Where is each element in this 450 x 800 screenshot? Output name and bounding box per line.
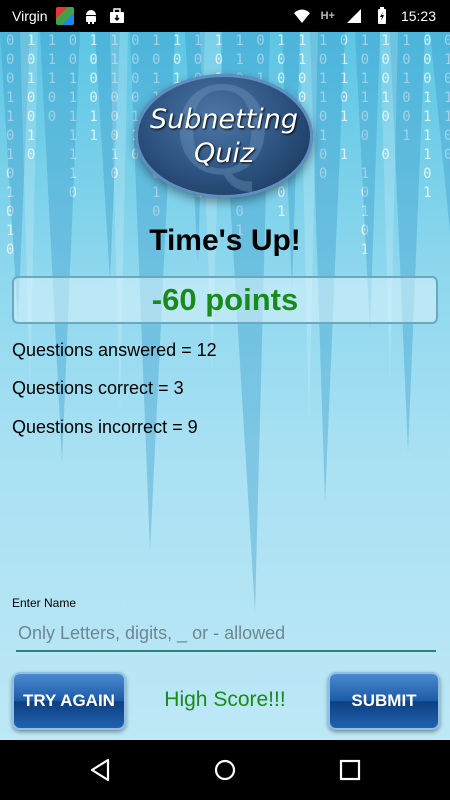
status-bar: Virgin H+ 15:23 — [0, 0, 450, 32]
wifi-icon — [293, 9, 310, 23]
recent-apps-icon[interactable] — [336, 756, 364, 784]
try-again-button[interactable]: TRY AGAIN — [12, 672, 126, 730]
network-type: H+ — [320, 10, 335, 22]
name-input[interactable] — [16, 616, 436, 652]
home-icon[interactable] — [211, 756, 239, 784]
questions-answered: Questions answered = 12 — [12, 340, 217, 360]
signal-icon — [346, 9, 361, 23]
submit-button[interactable]: SUBMIT — [328, 672, 440, 730]
navigation-bar — [0, 740, 450, 800]
carrier-name: Virgin — [12, 8, 48, 24]
score-points: -60 points — [151, 282, 299, 317]
back-icon[interactable] — [86, 756, 114, 784]
carrier-app-icon — [55, 7, 74, 25]
app-logo: Q Subnetting Quiz — [135, 73, 313, 198]
questions-correct: Questions correct = 3 — [12, 378, 184, 398]
logo-title-line2: Quiz — [193, 138, 255, 169]
logo-title-line1: Subnetting — [149, 104, 299, 135]
result-title: Time's Up! — [149, 224, 301, 257]
android-icon — [85, 10, 96, 24]
briefcase-icon — [109, 8, 124, 23]
high-score-label: High Score!!! — [164, 688, 286, 711]
battery-charging-icon — [377, 7, 386, 24]
questions-incorrect: Questions incorrect = 9 — [12, 417, 198, 437]
score-box: -60 points — [12, 276, 438, 324]
app-screen: 0 1 1 0 1 1 0 1 1 1 1 1 0 1 1 1 0 1 1 1 … — [0, 32, 450, 740]
clock: 15:23 — [400, 8, 436, 24]
name-label: Enter Name — [12, 596, 77, 610]
